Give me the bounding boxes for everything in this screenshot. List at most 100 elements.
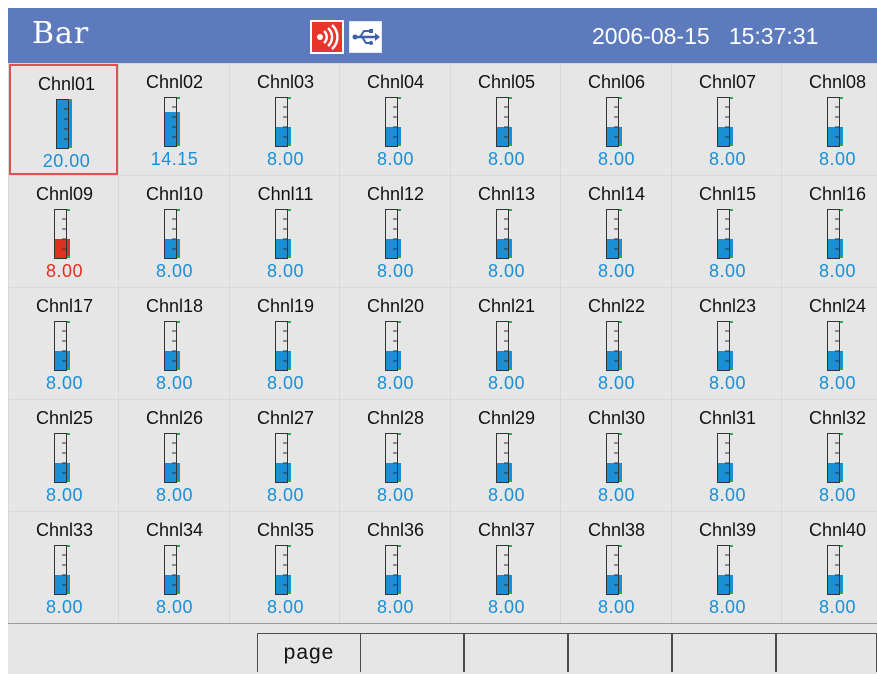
channel-cell[interactable]: Chnl10 8.00 [119, 176, 229, 287]
channel-cell[interactable]: Chnl35 8.00 [230, 512, 339, 623]
channel-value: 8.00 [45, 261, 84, 281]
channel-value: 8.00 [708, 597, 747, 617]
channel-cell[interactable]: Chnl16 8.00 [782, 176, 877, 287]
bar-gauge [827, 321, 843, 371]
channel-cell[interactable]: Chnl09 8.00 [9, 176, 118, 287]
channel-cell[interactable]: Chnl01 20.00 [9, 64, 118, 175]
channel-cell[interactable]: Chnl27 8.00 [230, 400, 339, 511]
channel-cell[interactable]: Chnl34 8.00 [119, 512, 229, 623]
channel-label: Chnl09 [35, 184, 94, 204]
channel-value: 8.00 [266, 597, 305, 617]
bar-gauge [164, 433, 180, 483]
channel-cell[interactable]: Chnl33 8.00 [9, 512, 118, 623]
channel-cell[interactable]: Chnl22 8.00 [561, 288, 671, 399]
softkey-4[interactable] [568, 633, 672, 672]
channel-value: 8.00 [597, 597, 636, 617]
bar-gauge [275, 321, 291, 371]
channel-value: 8.00 [376, 485, 415, 505]
channel-cell[interactable]: Chnl32 8.00 [782, 400, 877, 511]
channel-cell[interactable]: Chnl36 8.00 [340, 512, 450, 623]
bar-gauge [385, 209, 401, 259]
channel-label: Chnl03 [256, 72, 315, 92]
channel-value: 8.00 [818, 597, 857, 617]
channel-cell[interactable]: Chnl28 8.00 [340, 400, 450, 511]
date-time-display: 2006-08-15 15:37:31 [592, 23, 818, 50]
channel-label: Chnl08 [808, 72, 867, 92]
channel-label: Chnl17 [35, 296, 94, 316]
channel-cell[interactable]: Chnl40 8.00 [782, 512, 877, 623]
channel-label: Chnl33 [35, 520, 94, 540]
channel-cell[interactable]: Chnl39 8.00 [672, 512, 781, 623]
channel-label: Chnl22 [587, 296, 646, 316]
channel-value: 8.00 [597, 373, 636, 393]
bar-gauge [827, 545, 843, 595]
channel-cell[interactable]: Chnl23 8.00 [672, 288, 781, 399]
softkey-6[interactable] [776, 633, 877, 672]
channel-label: Chnl20 [366, 296, 425, 316]
usb-icon [349, 21, 382, 53]
bar-gauge [385, 545, 401, 595]
channel-cell[interactable]: Chnl04 8.00 [340, 64, 450, 175]
softkey-bar: page [8, 623, 877, 674]
bar-gauge [56, 99, 72, 149]
channel-value: 8.00 [708, 373, 747, 393]
bar-gauge [496, 97, 512, 147]
channel-cell[interactable]: Chnl03 8.00 [230, 64, 339, 175]
bar-gauge [164, 321, 180, 371]
channel-cell[interactable]: Chnl07 8.00 [672, 64, 781, 175]
channel-label: Chnl16 [808, 184, 867, 204]
channel-label: Chnl04 [366, 72, 425, 92]
softkey-3[interactable] [464, 633, 568, 672]
channel-cell[interactable]: Chnl38 8.00 [561, 512, 671, 623]
channel-label: Chnl29 [477, 408, 536, 428]
bar-gauge [164, 209, 180, 259]
channel-value: 8.00 [708, 485, 747, 505]
channel-value: 8.00 [487, 149, 526, 169]
channel-cell[interactable]: Chnl19 8.00 [230, 288, 339, 399]
channel-value: 8.00 [597, 261, 636, 281]
channel-cell[interactable]: Chnl08 8.00 [782, 64, 877, 175]
channel-label: Chnl01 [37, 74, 96, 94]
channel-cell[interactable]: Chnl21 8.00 [451, 288, 560, 399]
bar-gauge [606, 321, 622, 371]
channel-cell[interactable]: Chnl18 8.00 [119, 288, 229, 399]
channel-cell[interactable]: Chnl31 8.00 [672, 400, 781, 511]
channel-label: Chnl39 [698, 520, 757, 540]
channel-grid: Chnl01 20.00 Chnl02 14.15 Chnl03 8.00 Chnl04 8.… [8, 63, 877, 623]
bar-gauge [717, 545, 733, 595]
channel-cell[interactable]: Chnl20 8.00 [340, 288, 450, 399]
channel-cell[interactable]: Chnl06 8.00 [561, 64, 671, 175]
channel-cell[interactable]: Chnl37 8.00 [451, 512, 560, 623]
channel-cell[interactable]: Chnl29 8.00 [451, 400, 560, 511]
channel-value: 8.00 [597, 485, 636, 505]
bar-gauge [496, 433, 512, 483]
channel-value: 20.00 [42, 151, 91, 171]
bar-gauge [717, 97, 733, 147]
channel-cell[interactable]: Chnl17 8.00 [9, 288, 118, 399]
bar-gauge [606, 433, 622, 483]
channel-cell[interactable]: Chnl25 8.00 [9, 400, 118, 511]
channel-cell[interactable]: Chnl14 8.00 [561, 176, 671, 287]
channel-cell[interactable]: Chnl26 8.00 [119, 400, 229, 511]
channel-cell[interactable]: Chnl30 8.00 [561, 400, 671, 511]
channel-cell[interactable]: Chnl02 14.15 [119, 64, 229, 175]
channel-cell[interactable]: Chnl24 8.00 [782, 288, 877, 399]
channel-cell[interactable]: Chnl13 8.00 [451, 176, 560, 287]
channel-value: 8.00 [266, 149, 305, 169]
alarm-sound-icon [310, 20, 344, 54]
softkey-2[interactable] [360, 633, 464, 672]
bar-gauge [54, 321, 70, 371]
screen-title: Bar [32, 16, 90, 51]
bar-fill [57, 100, 72, 148]
channel-label: Chnl26 [145, 408, 204, 428]
channel-label: Chnl36 [366, 520, 425, 540]
bar-gauge [717, 321, 733, 371]
channel-label: Chnl38 [587, 520, 646, 540]
channel-cell[interactable]: Chnl15 8.00 [672, 176, 781, 287]
channel-cell[interactable]: Chnl12 8.00 [340, 176, 450, 287]
page-softkey[interactable]: page [257, 633, 361, 672]
channel-cell[interactable]: Chnl05 8.00 [451, 64, 560, 175]
channel-cell[interactable]: Chnl11 8.00 [230, 176, 339, 287]
channel-value: 8.00 [487, 261, 526, 281]
softkey-5[interactable] [672, 633, 776, 672]
